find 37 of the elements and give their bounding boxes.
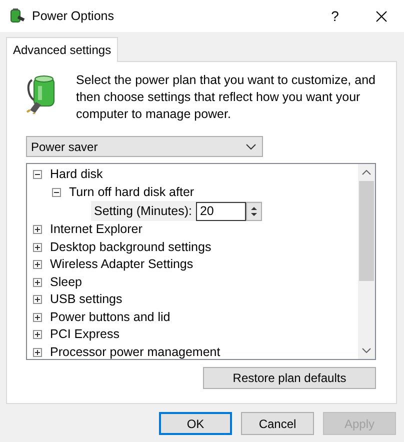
tree-item[interactable]: Internet Explorer xyxy=(50,220,142,240)
collapse-icon[interactable] xyxy=(52,188,61,197)
help-button[interactable]: ? xyxy=(312,0,358,32)
tree-item[interactable]: Desktop background settings xyxy=(50,238,212,257)
expand-icon[interactable] xyxy=(33,312,42,322)
description-text: Select the power plan that you want to customize, and then choose settings that reflect how you want your computer to manage power. xyxy=(76,72,376,123)
tree-item[interactable]: Wireless Adapter Settings xyxy=(50,255,194,274)
expand-icon[interactable] xyxy=(33,260,42,270)
tree-item[interactable]: USB settings xyxy=(50,290,122,310)
expand-icon[interactable] xyxy=(33,225,42,234)
chevron-down-icon xyxy=(246,144,256,150)
collapse-icon[interactable] xyxy=(33,170,42,180)
tree-item[interactable]: Processor power management xyxy=(50,342,220,359)
expand-icon[interactable] xyxy=(33,295,42,304)
battery-plug-icon xyxy=(8,8,26,24)
scroll-up-icon[interactable] xyxy=(362,170,371,175)
tree-item[interactable]: Sleep xyxy=(50,272,82,292)
minutes-field[interactable]: 20 xyxy=(196,202,246,220)
tree-item[interactable]: Hard disk xyxy=(50,165,103,184)
scroll-thumb[interactable] xyxy=(359,181,374,281)
tree-item[interactable]: Turn off hard disk after xyxy=(69,182,194,202)
expand-icon[interactable] xyxy=(33,278,42,287)
expand-icon[interactable] xyxy=(33,348,42,357)
restore-defaults-button[interactable]: Restore plan defaults xyxy=(203,367,376,389)
plan-dropdown[interactable]: Power saver xyxy=(26,136,263,157)
tree-item[interactable]: Power buttons and lid xyxy=(50,308,170,327)
dialog-button[interactable]: OK xyxy=(159,412,232,435)
tab[interactable]: Advanced settings xyxy=(6,37,118,62)
dialog-button[interactable]: Cancel xyxy=(241,412,314,435)
scrollbar[interactable] xyxy=(358,164,375,359)
close-icon xyxy=(376,10,386,22)
window-title: Power Options xyxy=(32,8,115,25)
scroll-down-icon[interactable] xyxy=(362,348,371,353)
expand-icon[interactable] xyxy=(33,330,42,340)
setting-label: Setting (Minutes): xyxy=(94,202,192,220)
expand-icon[interactable] xyxy=(33,242,42,252)
tree-item[interactable]: PCI Express xyxy=(50,325,120,344)
